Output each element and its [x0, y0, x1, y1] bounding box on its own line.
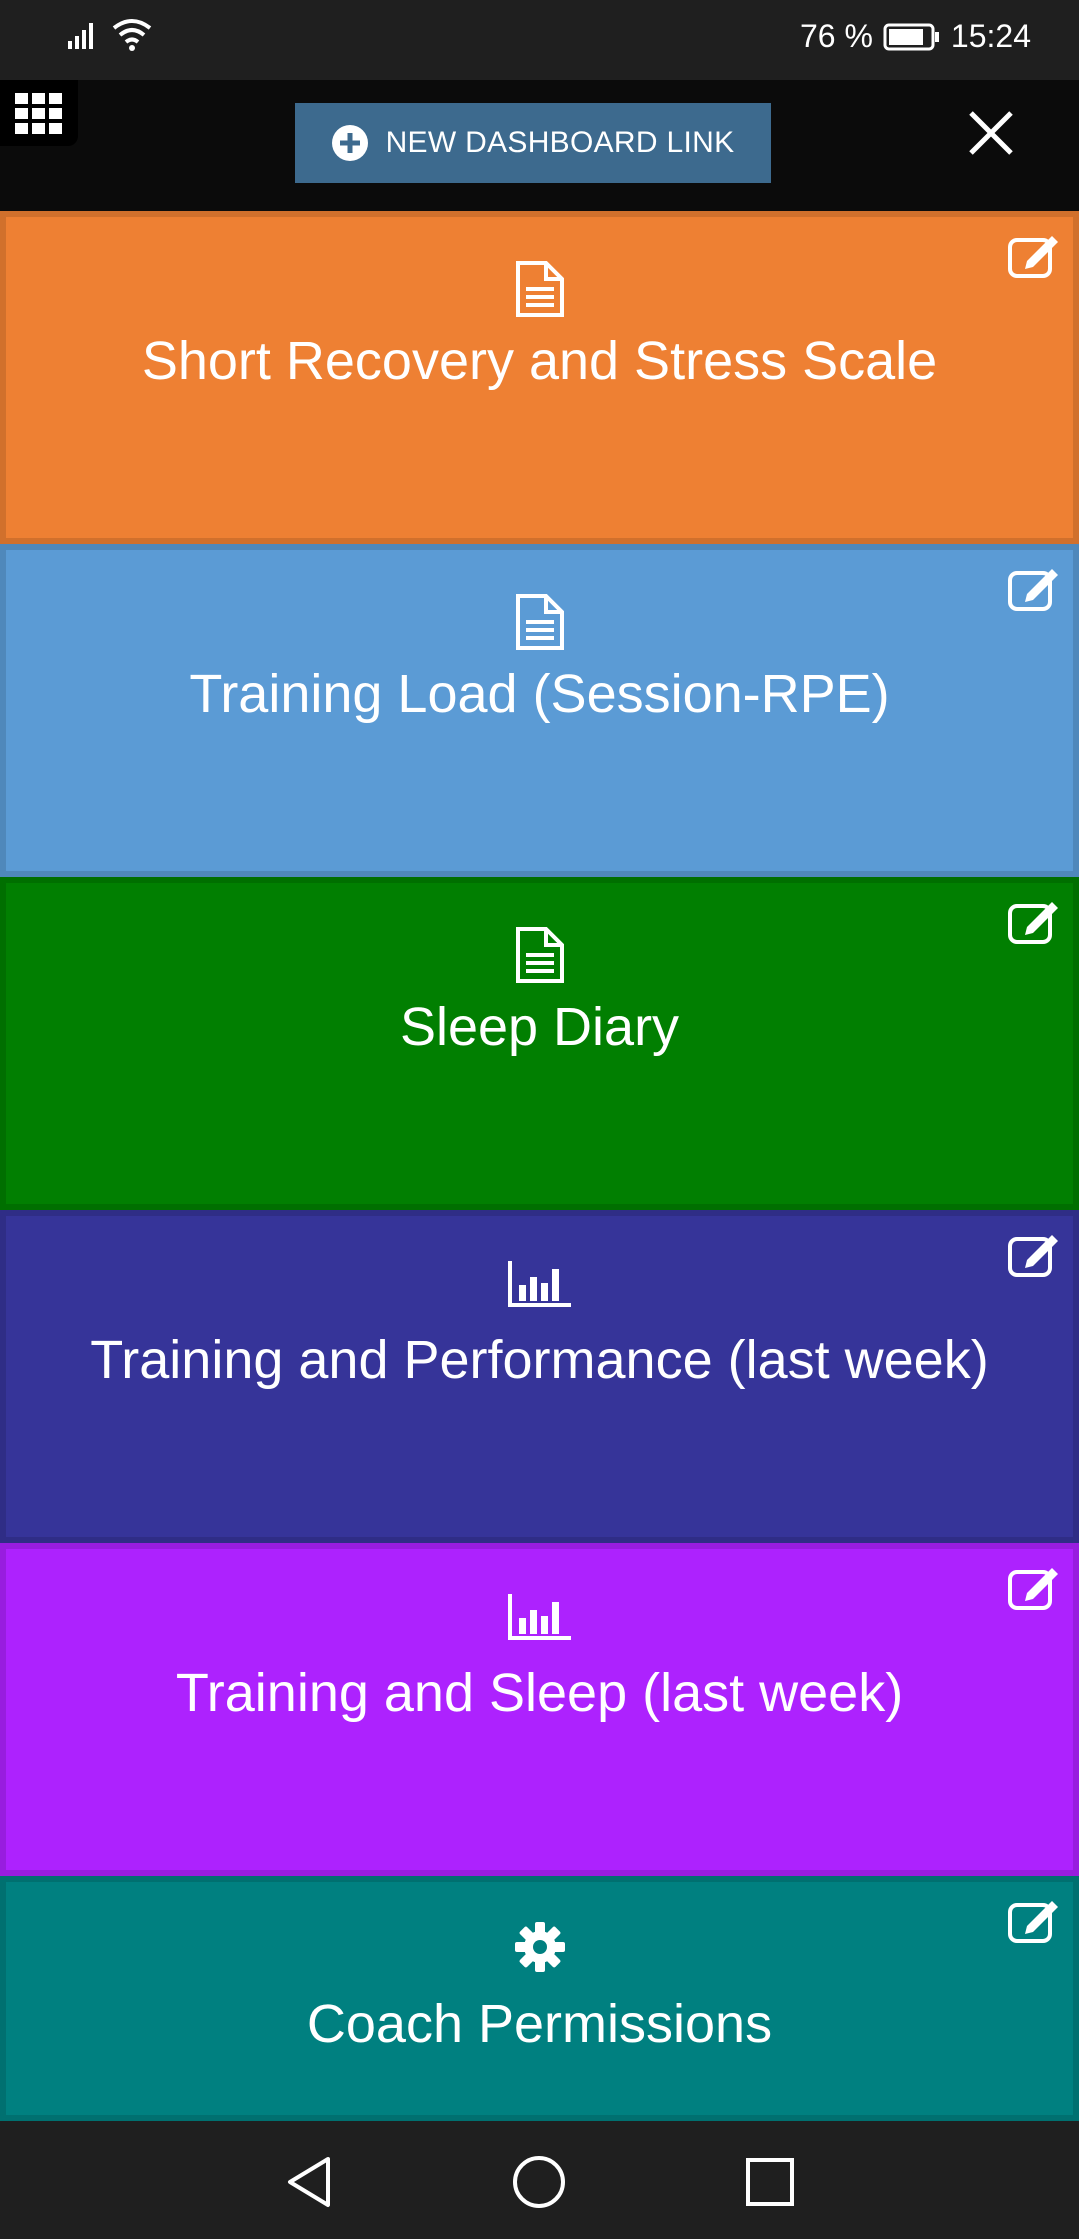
signal-icon — [68, 23, 93, 49]
status-bar: 76 % 15:24 — [0, 0, 1079, 80]
tile-label: Training Load (Session-RPE) — [189, 664, 890, 724]
edit-icon[interactable] — [1007, 231, 1061, 279]
tile-label: Training and Performance (last week) — [90, 1330, 989, 1390]
document-icon — [515, 261, 564, 317]
status-icons-right: 76 % 15:24 — [800, 18, 1031, 55]
tile-label: Training and Sleep (last week) — [175, 1663, 904, 1723]
edit-icon[interactable] — [1007, 1563, 1061, 1611]
close-icon[interactable] — [965, 107, 1017, 159]
tile-coach-permissions[interactable]: Coach Permissions — [0, 1876, 1079, 2121]
tile-training-sleep[interactable]: Training and Sleep (last week) — [0, 1543, 1079, 1876]
gear-icon — [514, 1922, 565, 1972]
battery-percent: 76 % — [799, 18, 873, 54]
document-icon — [515, 594, 564, 650]
edit-icon[interactable] — [1007, 1230, 1061, 1278]
status-icons-left — [66, 18, 152, 52]
recents-square-icon[interactable] — [741, 2153, 799, 2211]
clock: 15:24 — [950, 18, 1031, 54]
home-circle-icon[interactable] — [510, 2153, 568, 2211]
grid-menu-icon — [15, 93, 62, 134]
top-bar: NEW DASHBOARD LINK — [0, 80, 1079, 211]
tile-label: Coach Permissions — [306, 1994, 773, 2054]
battery-icon — [883, 23, 939, 50]
plus-circle-icon — [331, 125, 368, 161]
back-triangle-icon[interactable] — [280, 2153, 338, 2211]
tile-training-performance[interactable]: Training and Performance (last week) — [0, 1210, 1079, 1543]
tile-sleep-diary[interactable]: Sleep Diary — [0, 877, 1079, 1210]
grid-menu-button[interactable] — [0, 80, 78, 146]
edit-icon[interactable] — [1007, 897, 1061, 945]
new-dashboard-link-label: NEW DASHBOARD LINK — [385, 126, 735, 159]
edit-icon[interactable] — [1007, 564, 1061, 612]
tile-label: Sleep Diary — [399, 997, 680, 1057]
tile-label: Short Recovery and Stress Scale — [141, 331, 938, 391]
edit-icon[interactable] — [1007, 1896, 1061, 1944]
tile-short-recovery-stress-scale[interactable]: Short Recovery and Stress Scale — [0, 211, 1079, 544]
bar-chart-icon — [507, 1594, 571, 1640]
tile-training-load[interactable]: Training Load (Session-RPE) — [0, 544, 1079, 877]
wifi-icon — [112, 19, 152, 51]
system-navigation-bar — [0, 2121, 1079, 2239]
document-icon — [515, 927, 564, 983]
new-dashboard-link-button[interactable]: NEW DASHBOARD LINK — [295, 103, 771, 183]
bar-chart-icon — [507, 1261, 571, 1307]
